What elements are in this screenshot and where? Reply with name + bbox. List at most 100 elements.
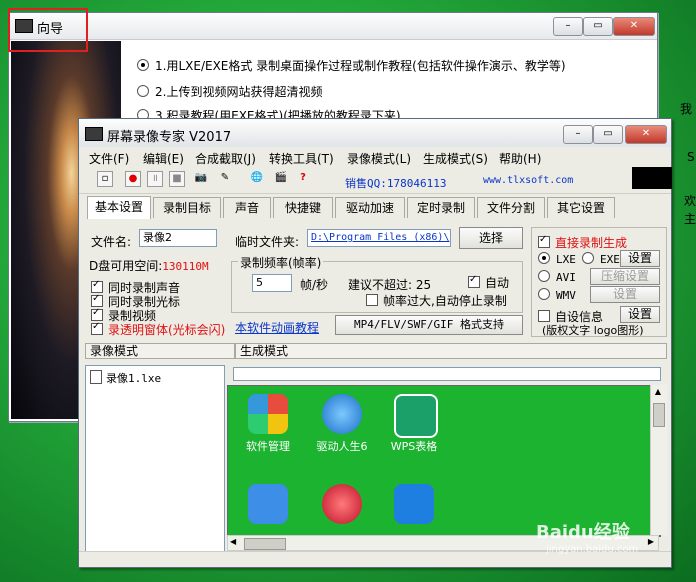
stop-icon[interactable]: ■ <box>169 171 185 187</box>
checkbox-icon[interactable] <box>91 321 103 335</box>
check-label: 自动 <box>485 276 510 290</box>
frame-rate-group: 录制频率(帧率) 5 帧/秒 建议不超过: 25 自动 帧率过大,自动停止录制 <box>231 254 523 313</box>
baidu-watermark: Baidu经验 <box>536 522 630 543</box>
gen-mode-header[interactable]: 生成模式 <box>235 343 667 359</box>
radio-label: EXE <box>600 253 620 266</box>
radio-icon[interactable] <box>538 252 550 264</box>
new-file-icon[interactable]: ▫ <box>97 171 113 187</box>
globe-icon[interactable]: 🌐 <box>249 171 265 187</box>
radio-avi[interactable]: AVI <box>538 270 576 284</box>
menu-edit[interactable]: 编辑(E) <box>143 150 184 167</box>
minimize-button[interactable]: – <box>563 125 593 144</box>
menu-convert[interactable]: 转换工具(T) <box>269 150 334 167</box>
tab-split[interactable]: 文件分割 <box>477 197 545 218</box>
share-app-icon <box>248 484 288 524</box>
checkbox-icon[interactable] <box>91 307 103 321</box>
driver-life-icon <box>322 394 362 434</box>
frame-rate-unit: 帧/秒 <box>300 278 329 292</box>
record-icon[interactable]: ● <box>125 171 141 187</box>
scroll-thumb[interactable] <box>244 538 286 550</box>
scroll-left-icon[interactable]: ◀ <box>230 537 236 546</box>
wizard-titlebar[interactable]: 向导 – ▭ ✕ <box>9 13 657 40</box>
help-icon[interactable]: ? <box>295 171 311 187</box>
progress-field <box>233 367 661 381</box>
check-auto[interactable]: 自动 <box>468 274 509 291</box>
tab-hotkey[interactable]: 快捷键 <box>273 197 333 218</box>
tab-basic[interactable]: 基本设置 <box>87 196 151 219</box>
frame-rate-input[interactable]: 5 <box>252 274 292 292</box>
close-button[interactable]: ✕ <box>613 17 655 36</box>
pause-icon[interactable]: ॥ <box>147 171 163 187</box>
list-item[interactable]: 录像1.lxe <box>90 370 161 386</box>
app-label: 软件管理 <box>246 440 290 453</box>
baidu-watermark-sub: jingyan.baidu.com <box>546 544 639 555</box>
custom-info-setting-button[interactable]: 设置 <box>620 306 660 323</box>
lxe-setting-button[interactable]: 设置 <box>620 250 660 267</box>
minimize-button[interactable]: – <box>553 17 583 36</box>
tab-driver[interactable]: 驱动加速 <box>335 197 405 218</box>
radio-icon[interactable] <box>137 59 149 71</box>
main-title: 屏幕录像专家 V2017 <box>107 130 232 145</box>
menu-compose[interactable]: 合成截取(J) <box>195 150 256 167</box>
radio-icon[interactable] <box>137 85 149 97</box>
checkbox-icon[interactable] <box>468 274 480 288</box>
check-label: 帧率过大,自动停止录制 <box>383 294 507 308</box>
tab-other[interactable]: 其它设置 <box>547 197 615 218</box>
disk-label: D盘可用空间:130110M <box>89 257 209 274</box>
check-label: 录透明窗体(光标会闪) <box>108 323 226 337</box>
record-mode-header[interactable]: 录像模式 <box>85 343 235 359</box>
maximize-button[interactable]: ▭ <box>583 17 613 36</box>
filename-input[interactable]: 录像2 <box>139 229 217 247</box>
wizard-option-1[interactable]: 1.用LXE/EXE格式 录制桌面操作过程或制作教程(包括软件操作演示、教学等) <box>137 57 566 74</box>
format-support-button[interactable]: MP4/FLV/SWF/GIF 格式支持 <box>335 315 523 335</box>
radio-icon[interactable] <box>538 270 550 282</box>
tab-schedule[interactable]: 定时录制 <box>407 197 475 218</box>
wizard-option-2[interactable]: 2.上传到视频网站获得超清视频 <box>137 83 322 100</box>
scroll-right-icon[interactable]: ▶ <box>648 537 654 546</box>
tab-sound[interactable]: 声音 <box>223 197 271 218</box>
file-icon <box>90 370 102 384</box>
checkbox-icon[interactable] <box>91 293 103 307</box>
check-direct-record[interactable]: 直接录制生成 <box>538 234 627 251</box>
check-auto-stop[interactable]: 帧率过大,自动停止录制 <box>366 292 507 309</box>
radio-lxe[interactable]: LXE <box>538 252 576 266</box>
settings-tabs: 基本设置 录制目标 声音 快捷键 驱动加速 定时录制 文件分割 其它设置 <box>87 196 661 219</box>
checkbox-icon[interactable] <box>366 294 378 306</box>
pen-icon[interactable]: ✎ <box>217 171 233 187</box>
main-titlebar[interactable]: 屏幕录像专家 V2017 – ▭ ✕ <box>79 119 671 147</box>
radio-icon[interactable] <box>582 252 594 264</box>
main-window: 屏幕录像专家 V2017 – ▭ ✕ 文件(F) 编辑(E) 合成截取(J) 转… <box>78 118 672 568</box>
radio-label: AVI <box>556 271 576 284</box>
tab-target[interactable]: 录制目标 <box>153 197 221 218</box>
option-label: 2.上传到视频网站获得超清视频 <box>155 85 323 99</box>
app-label: 驱动人生6 <box>316 440 368 453</box>
animation-tutorial-link[interactable]: 本软件动画教程 <box>235 319 319 336</box>
checkbox-icon[interactable] <box>538 310 550 322</box>
scroll-thumb[interactable] <box>653 403 665 427</box>
maximize-button[interactable]: ▭ <box>593 125 623 144</box>
compress-setting-button[interactable]: 压缩设置 <box>590 268 660 285</box>
xiu-app-icon <box>322 484 362 524</box>
menu-gen-mode[interactable]: 生成模式(S) <box>423 150 488 167</box>
menu-file[interactable]: 文件(F) <box>89 150 129 167</box>
close-button[interactable]: ✕ <box>625 125 667 144</box>
wmv-setting-button[interactable]: 设置 <box>590 286 660 303</box>
camera-icon[interactable]: 📷 <box>193 171 209 187</box>
menu-record-mode[interactable]: 录像模式(L) <box>347 150 411 167</box>
website-link[interactable]: www.tlxsoft.com <box>483 175 573 186</box>
radio-exe[interactable]: EXE <box>582 252 620 266</box>
tempdir-input[interactable]: D:\Program Files (x86)\ <box>307 229 451 247</box>
option-label: 1.用LXE/EXE格式 录制桌面操作过程或制作教程(包括软件操作演示、教学等) <box>155 59 566 73</box>
browse-button[interactable]: 选择 <box>459 227 523 249</box>
media-icon[interactable]: 🎬 <box>273 171 289 187</box>
menu-help[interactable]: 帮助(H) <box>499 150 541 167</box>
radio-icon[interactable] <box>538 288 550 300</box>
check-transparent[interactable]: 录透明窗体(光标会闪) <box>91 321 225 338</box>
checkbox-icon[interactable] <box>538 234 550 248</box>
checkbox-icon[interactable] <box>91 279 103 293</box>
file-name: 录像1.lxe <box>106 372 162 385</box>
frame-rate-hint: 建议不超过: 25 <box>348 278 432 292</box>
vertical-scrollbar[interactable]: ▲ <box>650 385 667 535</box>
radio-wmv[interactable]: WMV <box>538 288 576 302</box>
scroll-up-icon[interactable]: ▲ <box>653 387 663 397</box>
